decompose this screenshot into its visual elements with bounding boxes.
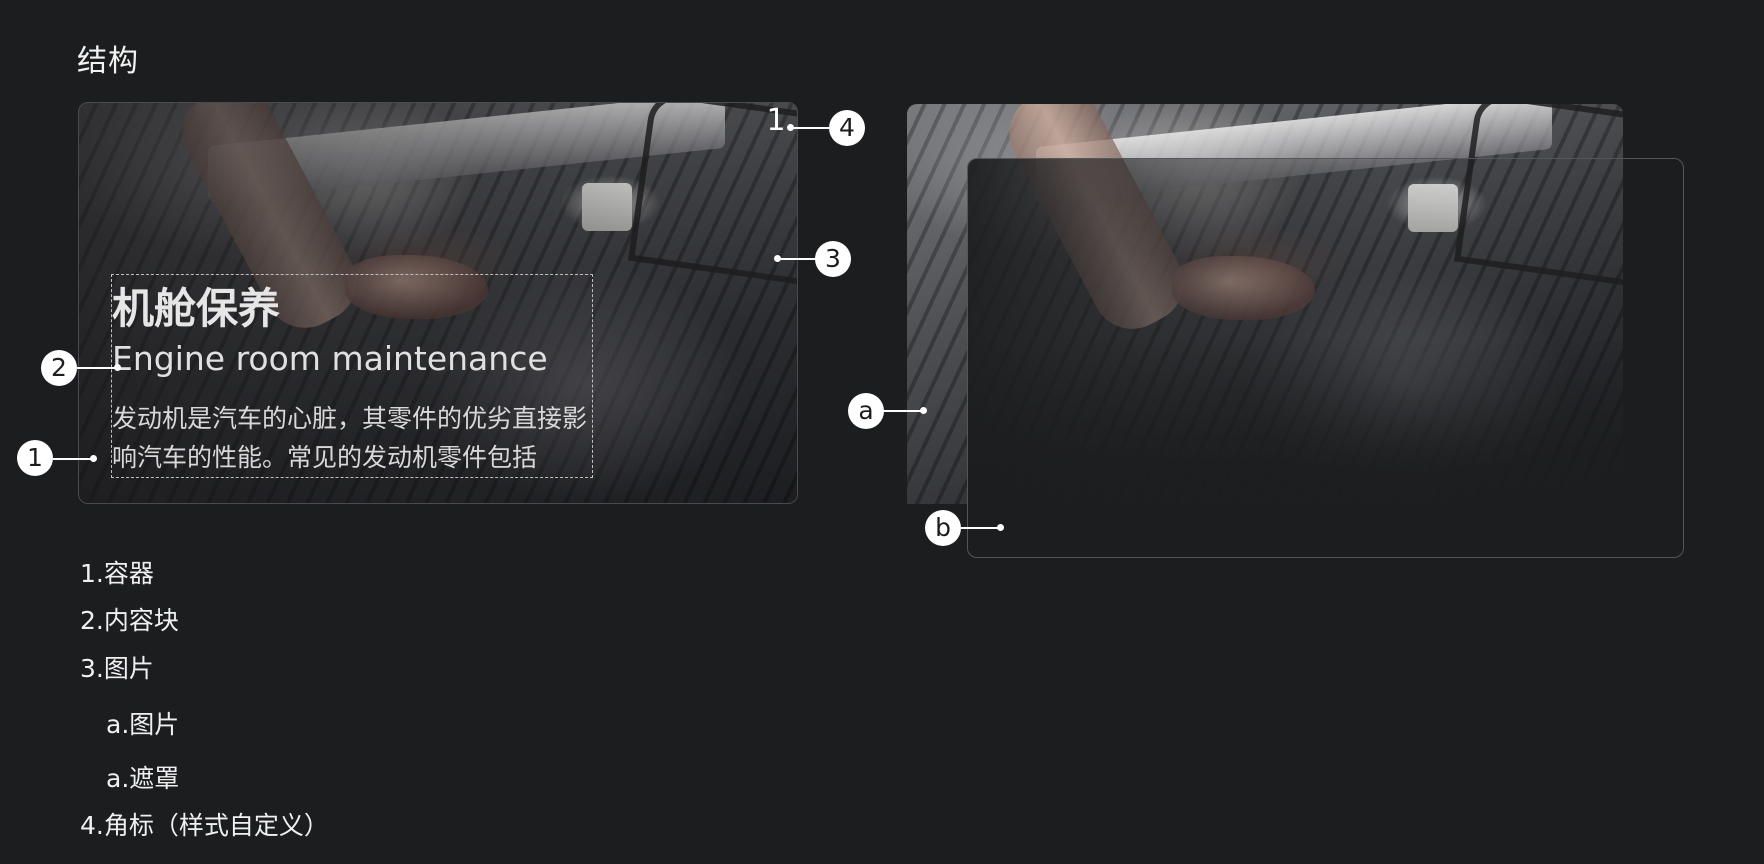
callout-b-dot	[997, 524, 1004, 531]
content-title-en: Engine room maintenance	[112, 339, 548, 378]
legend-item: a.图片	[106, 710, 180, 739]
callout-3: 3	[815, 241, 851, 277]
callout-4-dot	[787, 124, 794, 131]
callout-4: 4	[829, 110, 865, 146]
callout-2-leader	[77, 367, 119, 369]
section-title: 结构	[77, 44, 139, 79]
callout-2-dot	[114, 364, 121, 371]
content-block: 机舱保养 Engine room maintenance 发动机是汽车的心脏，其…	[111, 274, 593, 478]
callout-b-leader	[961, 527, 1001, 529]
callout-1: 1	[17, 440, 53, 476]
callout-3-dot	[774, 255, 781, 262]
corner-badge: 1	[766, 103, 786, 138]
layer-mask	[967, 158, 1684, 558]
legend-item: 4.角标（样式自定义）	[80, 811, 329, 840]
content-description: 发动机是汽车的心脏，其零件的优劣直接影响汽车的性能。常见的发动机零件包括	[112, 404, 588, 472]
callout-b: b	[925, 510, 961, 546]
legend-item: 2.内容块	[80, 606, 179, 635]
callout-4-leader	[792, 127, 830, 129]
legend-item: 3.图片	[80, 654, 154, 683]
callout-1-leader	[53, 458, 93, 460]
legend-item: a.遮罩	[106, 764, 180, 793]
callout-a-leader	[884, 410, 924, 412]
callout-3-leader	[778, 258, 816, 260]
callout-a-dot	[920, 407, 927, 414]
callout-a: a	[848, 393, 884, 429]
callout-1-dot	[90, 455, 97, 462]
callout-2: 2	[41, 350, 77, 386]
content-title-zh: 机舱保养	[112, 284, 281, 333]
legend-item: 1.容器	[80, 559, 154, 588]
